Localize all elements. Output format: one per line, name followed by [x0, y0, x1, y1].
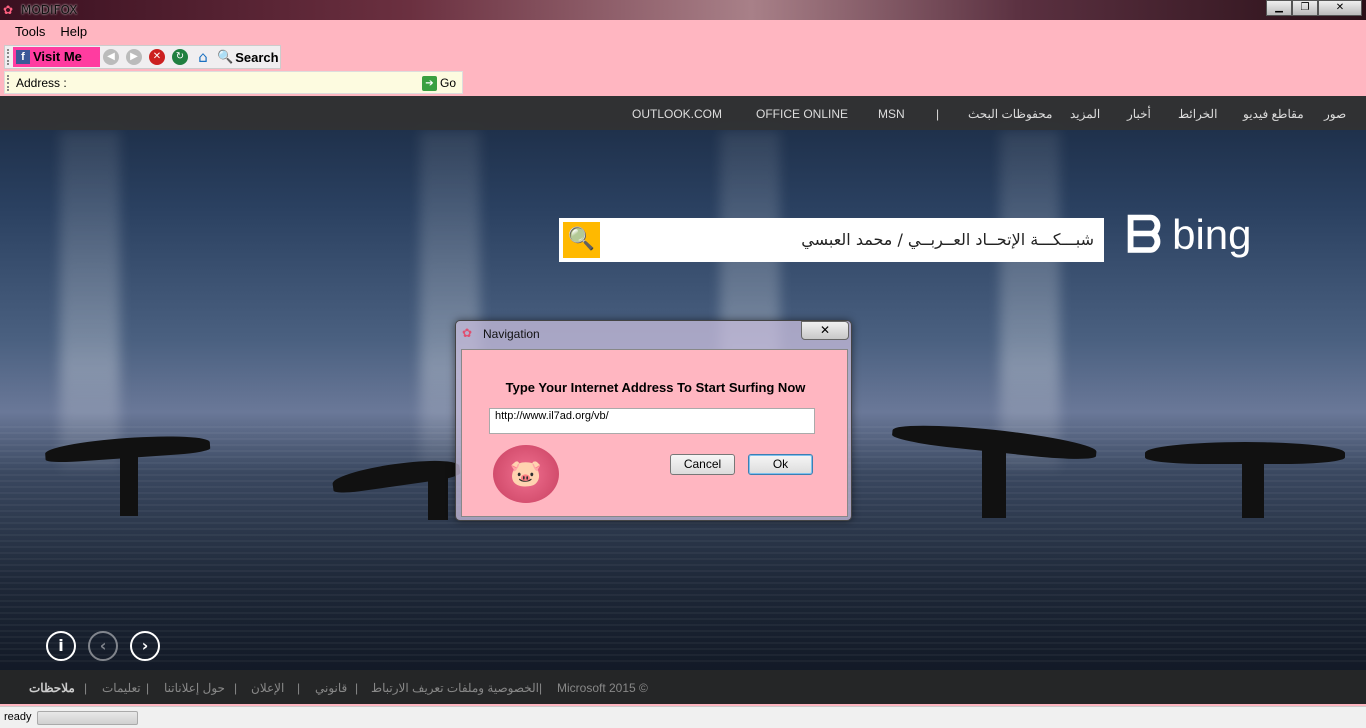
- stop-icon[interactable]: ✕: [149, 49, 165, 65]
- go-label: Go: [440, 76, 457, 90]
- status-text: ready: [4, 711, 32, 723]
- dialog-body: Type Your Internet Address To Start Surf…: [461, 349, 848, 517]
- visit-me-button[interactable]: f Visit Me: [13, 47, 100, 67]
- dialog-app-icon: ✿: [462, 326, 473, 340]
- nav-more[interactable]: المزيد: [1070, 107, 1100, 121]
- menu-tools[interactable]: Tools: [0, 22, 53, 42]
- footer-divider: |: [355, 681, 359, 695]
- bing-top-nav: صور مقاطع فيديو الخرائط أخبار المزيد محف…: [0, 96, 1366, 130]
- background-spray: [60, 130, 120, 470]
- back-icon[interactable]: ◀: [103, 49, 119, 65]
- nav-msn[interactable]: MSN: [878, 107, 905, 121]
- footer-advertise[interactable]: الإعلان: [251, 681, 284, 695]
- dialog-url-input[interactable]: [489, 408, 815, 434]
- window-controls: ▁ ❐ ✕: [1266, 0, 1362, 16]
- search-icon: 🔍: [217, 49, 234, 64]
- menu-help[interactable]: Help: [53, 22, 95, 42]
- nav-news[interactable]: أخبار: [1127, 107, 1151, 121]
- menu-bar: Tools Help: [0, 22, 95, 42]
- ok-button[interactable]: Ok: [748, 454, 813, 475]
- refresh-icon[interactable]: ↻: [172, 49, 188, 65]
- previous-image-button[interactable]: ‹: [88, 631, 118, 661]
- search-button-label: Search: [235, 49, 279, 65]
- window-title: MODIFOX: [21, 3, 78, 17]
- bing-search-box: 🔍 شبـــكـــة الإتحــاد العــربــي / محمد…: [559, 218, 1104, 262]
- nav-videos[interactable]: مقاطع فيديو: [1243, 107, 1304, 121]
- footer-copyright: Microsoft 2015 ©: [557, 681, 648, 695]
- status-progress-bar: [37, 711, 138, 725]
- close-window-button[interactable]: ✕: [1318, 0, 1362, 16]
- next-image-button[interactable]: ›: [130, 631, 160, 661]
- addressbar-grip[interactable]: [7, 75, 10, 91]
- nav-divider: |: [936, 107, 940, 121]
- go-button[interactable]: ➔ Go: [422, 74, 456, 92]
- dialog-title: Navigation: [483, 327, 540, 341]
- facebook-icon: f: [16, 50, 30, 64]
- minimize-button[interactable]: ▁: [1266, 0, 1292, 16]
- home-icon[interactable]: ⌂: [195, 49, 211, 65]
- navigation-dialog: ✿ Navigation ✕ Type Your Internet Addres…: [455, 320, 852, 521]
- dialog-heading: Type Your Internet Address To Start Surf…: [505, 380, 806, 395]
- footer-legal[interactable]: قانوني: [315, 681, 347, 695]
- bing-b-icon: ᗷ: [1126, 206, 1163, 264]
- dialog-close-button[interactable]: ✕: [801, 321, 849, 340]
- address-input[interactable]: [67, 74, 417, 92]
- bing-footer: ملاحظات | تعليمات | حول إعلاناتنا | الإع…: [0, 670, 1366, 704]
- nav-images[interactable]: صور: [1324, 107, 1346, 121]
- modifox-mascot-icon: 🐷: [493, 445, 559, 503]
- toolbar-grip[interactable]: [7, 49, 10, 65]
- background-spray: [1000, 130, 1060, 470]
- search-button[interactable]: 🔍 Search: [217, 48, 279, 66]
- go-arrow-icon: ➔: [422, 75, 437, 91]
- nav-office-online[interactable]: OFFICE ONLINE: [756, 107, 848, 121]
- nav-search-history[interactable]: محفوظات البحث: [968, 107, 1052, 121]
- navigation-toolbar: f Visit Me ◀ ▶ ✕ ↻ ⌂ 🔍 Search: [4, 45, 281, 69]
- address-bar: Address : ➔ Go: [4, 71, 463, 94]
- bing-logo: ᗷ bing: [1126, 210, 1252, 260]
- footer-divider: |: [297, 681, 301, 695]
- bing-search-input[interactable]: شبـــكـــة الإتحــاد العــربــي / محمد ا…: [801, 230, 1094, 249]
- footer-divider: |: [146, 681, 150, 695]
- magnifier-icon: 🔍: [567, 227, 596, 252]
- footer-about-ads[interactable]: حول إعلاناتنا: [164, 681, 225, 695]
- app-logo-icon: ✿: [3, 3, 14, 17]
- cancel-button[interactable]: Cancel: [670, 454, 735, 475]
- status-bar: ready: [0, 706, 1366, 728]
- nav-outlook[interactable]: OUTLOOK.COM: [632, 107, 722, 121]
- image-info-button[interactable]: i: [46, 631, 76, 661]
- nav-maps[interactable]: الخرائط: [1178, 107, 1217, 121]
- whale-tail-image: [982, 448, 1006, 518]
- footer-divider: |: [539, 681, 543, 695]
- address-label: Address :: [16, 76, 67, 90]
- footer-help[interactable]: تعليمات: [102, 681, 141, 695]
- whale-tail-image: [428, 462, 448, 520]
- bing-wordmark: bing: [1172, 211, 1252, 258]
- bing-search-button[interactable]: 🔍: [563, 222, 600, 258]
- footer-divider: |: [84, 681, 88, 695]
- whale-tail-image: [120, 451, 138, 516]
- footer-divider: |: [234, 681, 238, 695]
- forward-icon[interactable]: ▶: [126, 49, 142, 65]
- visit-me-label: Visit Me: [33, 49, 82, 64]
- footer-privacy[interactable]: الخصوصية وملفات تعريف الارتباط: [371, 681, 539, 695]
- restore-button[interactable]: ❐: [1292, 0, 1318, 16]
- footer-feedback[interactable]: ملاحظات: [29, 681, 75, 695]
- window-titlebar: ✿ MODIFOX ▁ ❐ ✕: [0, 0, 1366, 20]
- whale-tail-image: [1242, 456, 1264, 518]
